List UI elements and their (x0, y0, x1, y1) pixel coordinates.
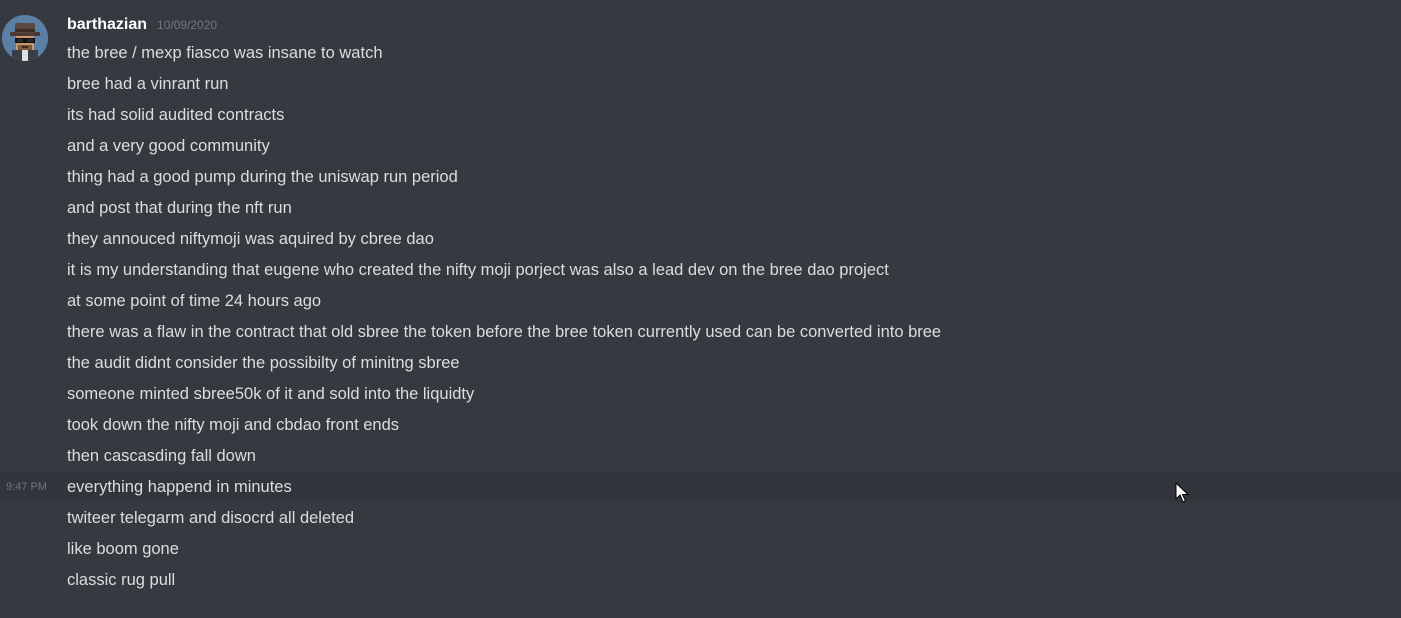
message-text: at some point of time 24 hours ago (67, 291, 322, 310)
message-line[interactable]: took down the nifty moji and cbdao front… (0, 409, 1401, 440)
message-date[interactable]: 10/09/2020 (157, 18, 217, 32)
message-text: like boom gone (67, 539, 179, 558)
message-text: bree had a vinrant run (67, 74, 229, 93)
message-text: classic rug pull (67, 570, 176, 589)
message-line[interactable]: and post that during the nft run (0, 192, 1401, 223)
message-text: everything happend in minutes (67, 477, 292, 496)
message-text: it is my understanding that eugene who c… (67, 260, 889, 279)
message-line[interactable]: it is my understanding that eugene who c… (0, 254, 1401, 285)
message-line[interactable]: then cascasding fall down (0, 440, 1401, 471)
message-line[interactable]: bree had a vinrant run (0, 68, 1401, 99)
message-header: barthazian 10/09/2020 (67, 16, 217, 36)
message-line[interactable]: there was a flaw in the contract that ol… (0, 316, 1401, 347)
message-text: and post that during the nft run (67, 198, 292, 217)
message-line[interactable]: like boom gone (0, 533, 1401, 564)
hover-timestamp[interactable]: 9:47 PM (6, 481, 47, 493)
message-group: barthazian 10/09/2020 the bree / mexp fi… (0, 0, 1401, 618)
message-text: thing had a good pump during the uniswap… (67, 167, 458, 186)
message-line[interactable]: and a very good community (0, 130, 1401, 161)
message-line[interactable]: thing had a good pump during the uniswap… (0, 161, 1401, 192)
message-text: and a very good community (67, 136, 270, 155)
message-text: they annouced niftymoji was aquired by c… (67, 229, 434, 248)
message-text: the audit didnt consider the possibilty … (67, 353, 460, 372)
message-line[interactable]: the bree / mexp fiasco was insane to wat… (0, 37, 1401, 68)
message-line[interactable]: they annouced niftymoji was aquired by c… (0, 223, 1401, 254)
message-text: its had solid audited contracts (67, 105, 285, 124)
author-username[interactable]: barthazian (67, 16, 147, 34)
message-line-hovered[interactable]: 9:47 PM everything happend in minutes (0, 471, 1401, 502)
message-text: the bree / mexp fiasco was insane to wat… (67, 43, 383, 62)
message-lines: the bree / mexp fiasco was insane to wat… (0, 37, 1401, 595)
message-line[interactable]: someone minted sbree50k of it and sold i… (0, 378, 1401, 409)
message-line[interactable]: its had solid audited contracts (0, 99, 1401, 130)
message-text: took down the nifty moji and cbdao front… (67, 415, 400, 434)
message-text: twiteer telegarm and disocrd all deleted (67, 508, 355, 527)
message-line[interactable]: classic rug pull (0, 564, 1401, 595)
message-text: there was a flaw in the contract that ol… (67, 322, 942, 341)
message-line[interactable]: the audit didnt consider the possibilty … (0, 347, 1401, 378)
message-text: someone minted sbree50k of it and sold i… (67, 384, 475, 403)
message-text: then cascasding fall down (67, 446, 256, 465)
message-line[interactable]: twiteer telegarm and disocrd all deleted (0, 502, 1401, 533)
message-line[interactable]: at some point of time 24 hours ago (0, 285, 1401, 316)
